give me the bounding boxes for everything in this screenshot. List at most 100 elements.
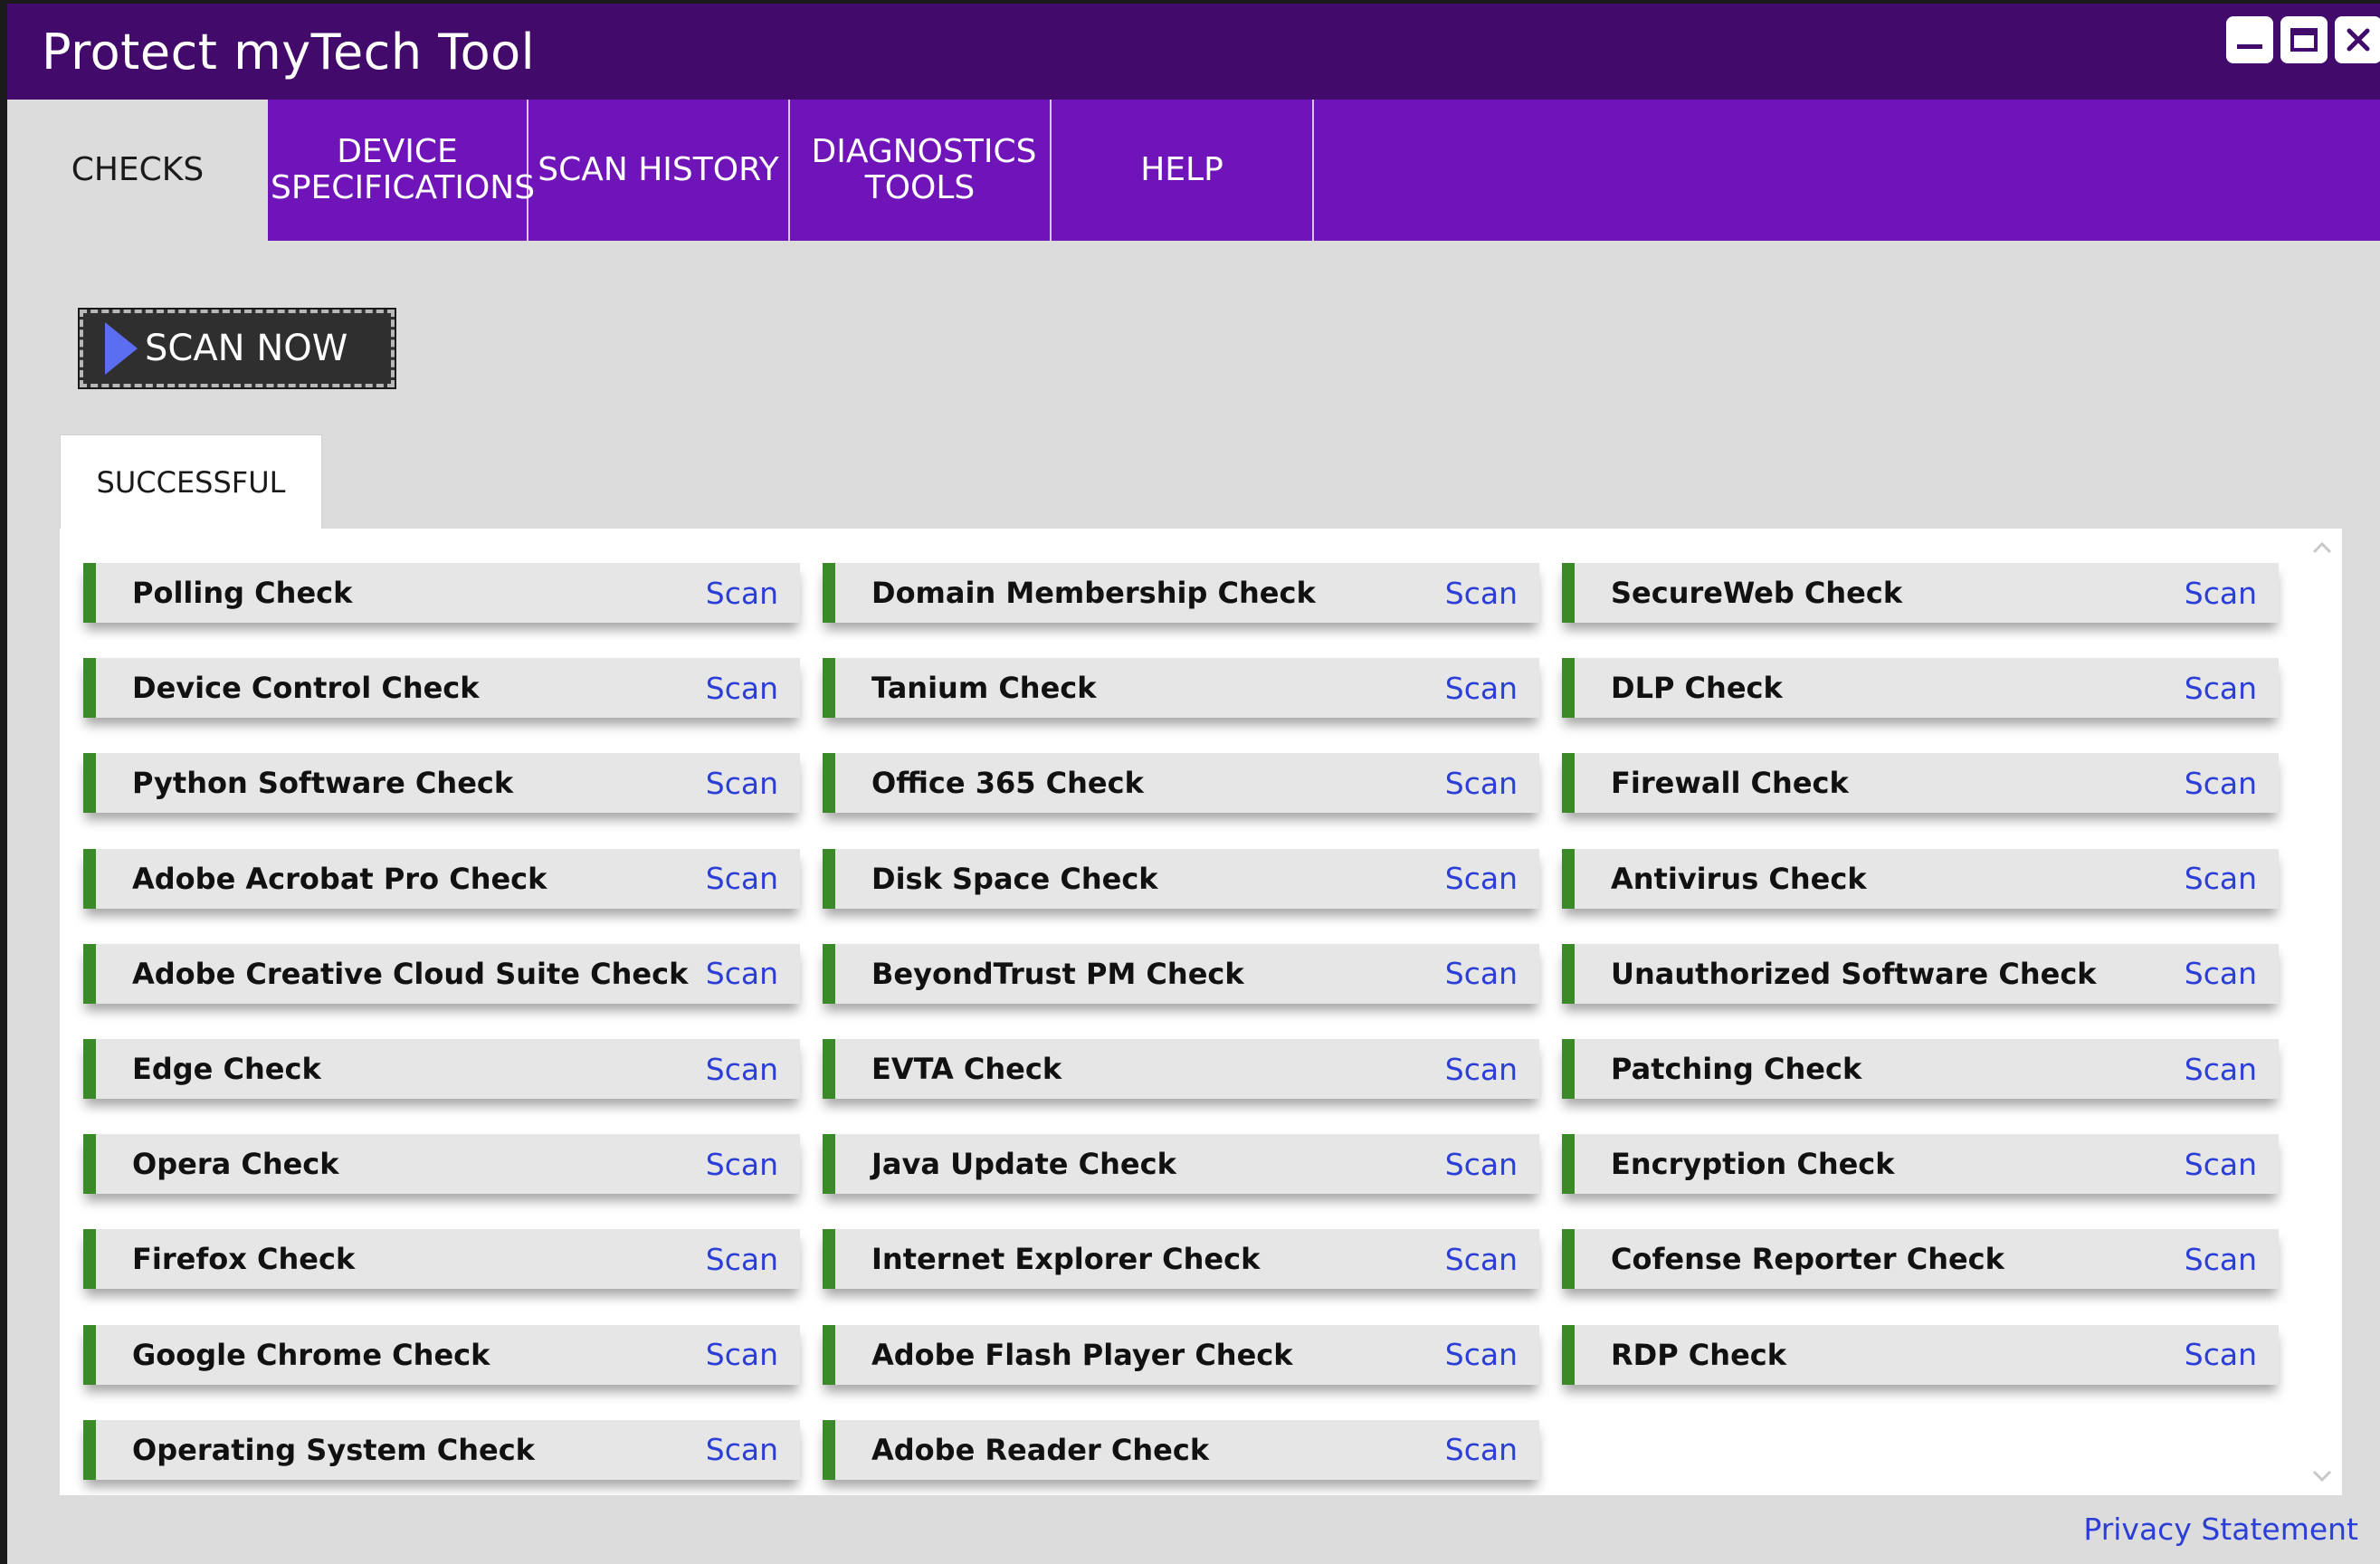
check-card: RDP Check Scan bbox=[1562, 1324, 2279, 1385]
scan-link[interactable]: Scan bbox=[1445, 1432, 1518, 1467]
check-card: Patching Check Scan bbox=[1562, 1039, 2279, 1099]
check-name: Device Control Check bbox=[132, 671, 480, 706]
check-card: Firefox Check Scan bbox=[83, 1229, 800, 1290]
scan-link[interactable]: Scan bbox=[1445, 1147, 1518, 1182]
tab-diagnostics-tools-label: DIAGNOSTICS TOOLS bbox=[811, 133, 1037, 206]
check-card: Unauthorized Software Check Scan bbox=[1562, 943, 2279, 1004]
check-card: Device Control Check Scan bbox=[83, 658, 800, 719]
privacy-statement-link[interactable]: Privacy Statement bbox=[2083, 1512, 2358, 1547]
check-card: Java Update Check Scan bbox=[823, 1134, 1539, 1195]
check-name: Tanium Check bbox=[871, 671, 1097, 706]
check-name: Java Update Check bbox=[871, 1147, 1176, 1182]
check-card: Cofense Reporter Check Scan bbox=[1562, 1229, 2279, 1290]
tab-diagnostics-tools[interactable]: DIAGNOSTICS TOOLS bbox=[790, 100, 1052, 241]
check-name: Firefox Check bbox=[132, 1242, 356, 1277]
check-card: Adobe Acrobat Pro Check Scan bbox=[83, 848, 800, 909]
check-card: Adobe Creative Cloud Suite Check Scan bbox=[83, 943, 800, 1004]
scan-link[interactable]: Scan bbox=[1445, 1242, 1518, 1277]
tab-help[interactable]: HELP bbox=[1052, 100, 1314, 241]
check-card: Opera Check Scan bbox=[83, 1134, 800, 1195]
scan-link[interactable]: Scan bbox=[1445, 861, 1518, 896]
check-card: Encryption Check Scan bbox=[1562, 1134, 2279, 1195]
check-name: RDP Check bbox=[1611, 1337, 1787, 1372]
check-card: Operating System Check Scan bbox=[83, 1419, 800, 1480]
scan-link[interactable]: Scan bbox=[1445, 576, 1518, 611]
scan-link[interactable]: Scan bbox=[706, 1147, 778, 1182]
scan-link[interactable]: Scan bbox=[2185, 1147, 2257, 1182]
minimize-icon bbox=[2237, 44, 2262, 49]
check-name: Edge Check bbox=[132, 1052, 321, 1086]
check-name: EVTA Check bbox=[871, 1052, 1062, 1086]
check-name: Disk Space Check bbox=[871, 861, 1158, 896]
check-card: Office 365 Check Scan bbox=[823, 753, 1539, 814]
check-name: Google Chrome Check bbox=[132, 1337, 490, 1372]
check-name: Python Software Check bbox=[132, 766, 514, 801]
play-icon bbox=[105, 322, 138, 375]
scan-link[interactable]: Scan bbox=[706, 1337, 778, 1372]
scan-link[interactable]: Scan bbox=[2185, 766, 2257, 801]
check-card: Adobe Reader Check Scan bbox=[823, 1419, 1539, 1480]
check-card: Tanium Check Scan bbox=[823, 658, 1539, 719]
check-card: Disk Space Check Scan bbox=[823, 848, 1539, 909]
check-name: Patching Check bbox=[1611, 1052, 1862, 1086]
check-card: Python Software Check Scan bbox=[83, 753, 800, 814]
close-button[interactable] bbox=[2335, 16, 2380, 63]
close-icon bbox=[2347, 28, 2370, 52]
main-tabs: CHECKS DEVICE SPECIFICATIONS SCAN HISTOR… bbox=[7, 100, 2380, 241]
tab-device-specifications[interactable]: DEVICE SPECIFICATIONS bbox=[268, 100, 536, 241]
check-card: SecureWeb Check Scan bbox=[1562, 563, 2279, 623]
check-card: Adobe Flash Player Check Scan bbox=[823, 1324, 1539, 1385]
check-name: Opera Check bbox=[132, 1147, 339, 1182]
check-name: Operating System Check bbox=[132, 1432, 535, 1467]
tab-successful[interactable]: SUCCESSFUL bbox=[60, 434, 322, 529]
scan-link[interactable]: Scan bbox=[706, 1242, 778, 1277]
scan-link[interactable]: Scan bbox=[2185, 1337, 2257, 1372]
scan-link[interactable]: Scan bbox=[2185, 1242, 2257, 1277]
check-name: Adobe Reader Check bbox=[871, 1432, 1210, 1467]
scan-link[interactable]: Scan bbox=[2185, 576, 2257, 611]
check-card: Firewall Check Scan bbox=[1562, 753, 2279, 814]
check-card: Edge Check Scan bbox=[83, 1039, 800, 1099]
check-name: Antivirus Check bbox=[1611, 861, 1867, 896]
scan-link[interactable]: Scan bbox=[2185, 861, 2257, 896]
scan-link[interactable]: Scan bbox=[1445, 1052, 1518, 1087]
check-card: BeyondTrust PM Check Scan bbox=[823, 943, 1539, 1004]
scan-link[interactable]: Scan bbox=[706, 956, 778, 991]
minimize-button[interactable] bbox=[2226, 16, 2273, 63]
check-name: DLP Check bbox=[1611, 671, 1783, 706]
maximize-icon bbox=[2290, 28, 2318, 52]
check-card: Antivirus Check Scan bbox=[1562, 848, 2279, 909]
tab-scan-history[interactable]: SCAN HISTORY bbox=[528, 100, 790, 241]
check-name: Polling Check bbox=[132, 576, 353, 610]
check-card: Polling Check Scan bbox=[83, 563, 800, 623]
scan-link[interactable]: Scan bbox=[706, 1432, 778, 1467]
maximize-button[interactable] bbox=[2280, 16, 2328, 63]
check-name: Cofense Reporter Check bbox=[1611, 1242, 2004, 1277]
scan-link[interactable]: Scan bbox=[1445, 766, 1518, 801]
scan-link[interactable]: Scan bbox=[706, 1052, 778, 1087]
app-window: Protect myTech Tool CHECKS DEVICE SPECIF… bbox=[0, 0, 2380, 1564]
check-name: Domain Membership Check bbox=[871, 576, 1316, 610]
tab-checks[interactable]: CHECKS bbox=[7, 100, 268, 241]
check-name: Internet Explorer Check bbox=[871, 1242, 1261, 1277]
chevron-up-icon[interactable] bbox=[2311, 539, 2333, 556]
scan-link[interactable]: Scan bbox=[706, 576, 778, 611]
scan-link[interactable]: Scan bbox=[2185, 671, 2257, 706]
chevron-down-icon[interactable] bbox=[2311, 1468, 2333, 1484]
check-card: EVTA Check Scan bbox=[823, 1039, 1539, 1099]
scan-link[interactable]: Scan bbox=[2185, 956, 2257, 991]
check-name: Office 365 Check bbox=[871, 766, 1144, 801]
scan-link[interactable]: Scan bbox=[706, 671, 778, 706]
scrollbar[interactable] bbox=[2302, 529, 2342, 1495]
scan-link[interactable]: Scan bbox=[2185, 1052, 2257, 1087]
scan-link[interactable]: Scan bbox=[706, 766, 778, 801]
check-name: BeyondTrust PM Check bbox=[871, 956, 1244, 991]
scan-link[interactable]: Scan bbox=[1445, 956, 1518, 991]
scan-link[interactable]: Scan bbox=[1445, 1337, 1518, 1372]
tab-device-specifications-label: DEVICE SPECIFICATIONS bbox=[271, 133, 536, 206]
window-title: Protect myTech Tool bbox=[42, 24, 536, 81]
check-name: SecureWeb Check bbox=[1611, 576, 1903, 610]
scan-link[interactable]: Scan bbox=[1445, 671, 1518, 706]
scan-link[interactable]: Scan bbox=[706, 861, 778, 896]
scan-now-button[interactable]: SCAN NOW bbox=[78, 308, 396, 389]
